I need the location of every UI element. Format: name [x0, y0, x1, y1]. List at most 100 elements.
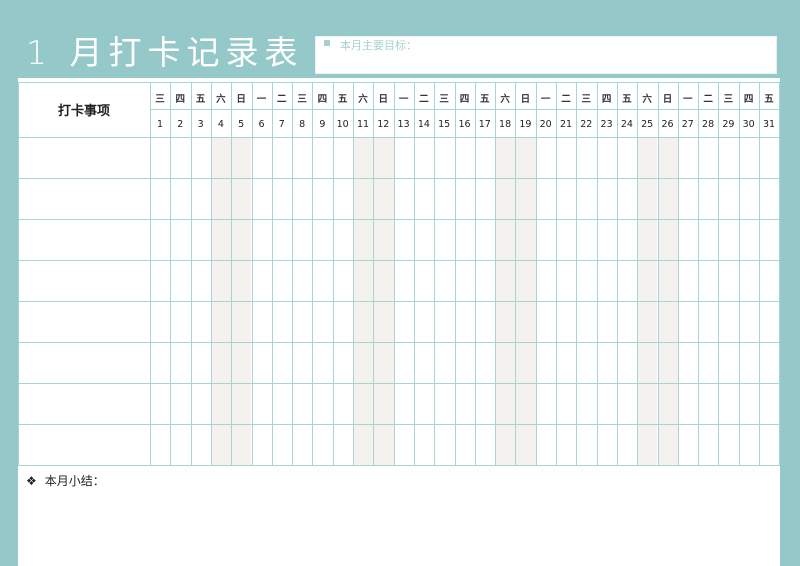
- checkin-cell[interactable]: [760, 261, 779, 301]
- checkin-cell[interactable]: [516, 138, 535, 178]
- checkin-cell[interactable]: [212, 220, 231, 260]
- checkin-cell[interactable]: [598, 384, 617, 424]
- checkin-cell[interactable]: [171, 343, 190, 383]
- checkin-cell[interactable]: [476, 138, 495, 178]
- checkin-cell[interactable]: [577, 179, 596, 219]
- checkin-cell[interactable]: [212, 343, 231, 383]
- checkin-cell[interactable]: [699, 138, 718, 178]
- checkin-cell[interactable]: [313, 384, 332, 424]
- checkin-cell[interactable]: [679, 179, 698, 219]
- checkin-cell[interactable]: [760, 138, 779, 178]
- checkin-cell[interactable]: [293, 261, 312, 301]
- checkin-cell[interactable]: [151, 179, 170, 219]
- checkin-cell[interactable]: [374, 343, 393, 383]
- checkin-cell[interactable]: [659, 384, 678, 424]
- checkin-cell[interactable]: [740, 220, 759, 260]
- checkin-cell[interactable]: [232, 138, 251, 178]
- checkin-cell[interactable]: [638, 302, 657, 342]
- checkin-cell[interactable]: [253, 384, 272, 424]
- checkin-cell[interactable]: [293, 138, 312, 178]
- checkin-cell[interactable]: [618, 384, 637, 424]
- checkin-cell[interactable]: [699, 179, 718, 219]
- checkin-cell[interactable]: [638, 220, 657, 260]
- checkin-cell[interactable]: [557, 302, 576, 342]
- checkin-cell[interactable]: [679, 384, 698, 424]
- checkin-cell[interactable]: [313, 138, 332, 178]
- checkin-cell[interactable]: [659, 302, 678, 342]
- checkin-cell[interactable]: [395, 138, 414, 178]
- checkin-cell[interactable]: [618, 261, 637, 301]
- checkin-cell[interactable]: [395, 261, 414, 301]
- checkin-cell[interactable]: [659, 220, 678, 260]
- checkin-cell[interactable]: [435, 343, 454, 383]
- checkin-cell[interactable]: [557, 343, 576, 383]
- checkin-cell[interactable]: [313, 343, 332, 383]
- checkin-cell[interactable]: [577, 302, 596, 342]
- checkin-cell[interactable]: [334, 343, 353, 383]
- checkin-cell[interactable]: [577, 138, 596, 178]
- checkin-cell[interactable]: [253, 343, 272, 383]
- checkin-cell[interactable]: [638, 343, 657, 383]
- checkin-cell[interactable]: [496, 179, 515, 219]
- checkin-cell[interactable]: [618, 343, 637, 383]
- checkin-cell[interactable]: [273, 179, 292, 219]
- checkin-cell[interactable]: [760, 343, 779, 383]
- checkin-cell[interactable]: [395, 384, 414, 424]
- goal-box[interactable]: 本月主要目标：: [315, 36, 777, 74]
- checkin-cell[interactable]: [456, 220, 475, 260]
- checkin-cell[interactable]: [192, 179, 211, 219]
- checkin-cell[interactable]: [415, 302, 434, 342]
- checkin-cell[interactable]: [334, 425, 353, 465]
- item-name-cell[interactable]: [19, 425, 150, 465]
- item-name-cell[interactable]: [19, 343, 150, 383]
- checkin-cell[interactable]: [456, 384, 475, 424]
- checkin-cell[interactable]: [171, 384, 190, 424]
- item-name-cell[interactable]: [19, 179, 150, 219]
- checkin-cell[interactable]: [537, 179, 556, 219]
- checkin-cell[interactable]: [618, 179, 637, 219]
- checkin-cell[interactable]: [537, 384, 556, 424]
- checkin-cell[interactable]: [232, 261, 251, 301]
- checkin-cell[interactable]: [679, 302, 698, 342]
- checkin-cell[interactable]: [557, 425, 576, 465]
- checkin-cell[interactable]: [476, 425, 495, 465]
- checkin-cell[interactable]: [354, 261, 373, 301]
- checkin-cell[interactable]: [232, 384, 251, 424]
- checkin-cell[interactable]: [253, 220, 272, 260]
- checkin-cell[interactable]: [659, 425, 678, 465]
- checkin-cell[interactable]: [496, 302, 515, 342]
- checkin-cell[interactable]: [395, 302, 414, 342]
- checkin-cell[interactable]: [516, 425, 535, 465]
- checkin-cell[interactable]: [456, 302, 475, 342]
- checkin-cell[interactable]: [435, 138, 454, 178]
- checkin-cell[interactable]: [638, 179, 657, 219]
- checkin-cell[interactable]: [232, 343, 251, 383]
- checkin-cell[interactable]: [476, 220, 495, 260]
- checkin-cell[interactable]: [598, 343, 617, 383]
- checkin-cell[interactable]: [760, 220, 779, 260]
- checkin-cell[interactable]: [618, 220, 637, 260]
- checkin-cell[interactable]: [232, 220, 251, 260]
- checkin-cell[interactable]: [740, 343, 759, 383]
- checkin-cell[interactable]: [192, 425, 211, 465]
- checkin-cell[interactable]: [253, 179, 272, 219]
- checkin-cell[interactable]: [273, 384, 292, 424]
- checkin-cell[interactable]: [699, 343, 718, 383]
- checkin-cell[interactable]: [598, 220, 617, 260]
- checkin-cell[interactable]: [699, 384, 718, 424]
- checkin-cell[interactable]: [151, 261, 170, 301]
- checkin-cell[interactable]: [435, 302, 454, 342]
- item-name-cell[interactable]: [19, 261, 150, 301]
- checkin-cell[interactable]: [659, 179, 678, 219]
- checkin-cell[interactable]: [415, 261, 434, 301]
- checkin-cell[interactable]: [435, 384, 454, 424]
- checkin-cell[interactable]: [496, 425, 515, 465]
- checkin-cell[interactable]: [293, 425, 312, 465]
- checkin-cell[interactable]: [273, 343, 292, 383]
- checkin-cell[interactable]: [638, 261, 657, 301]
- item-name-cell[interactable]: [19, 220, 150, 260]
- checkin-cell[interactable]: [374, 220, 393, 260]
- checkin-cell[interactable]: [496, 343, 515, 383]
- checkin-cell[interactable]: [719, 384, 738, 424]
- checkin-cell[interactable]: [395, 343, 414, 383]
